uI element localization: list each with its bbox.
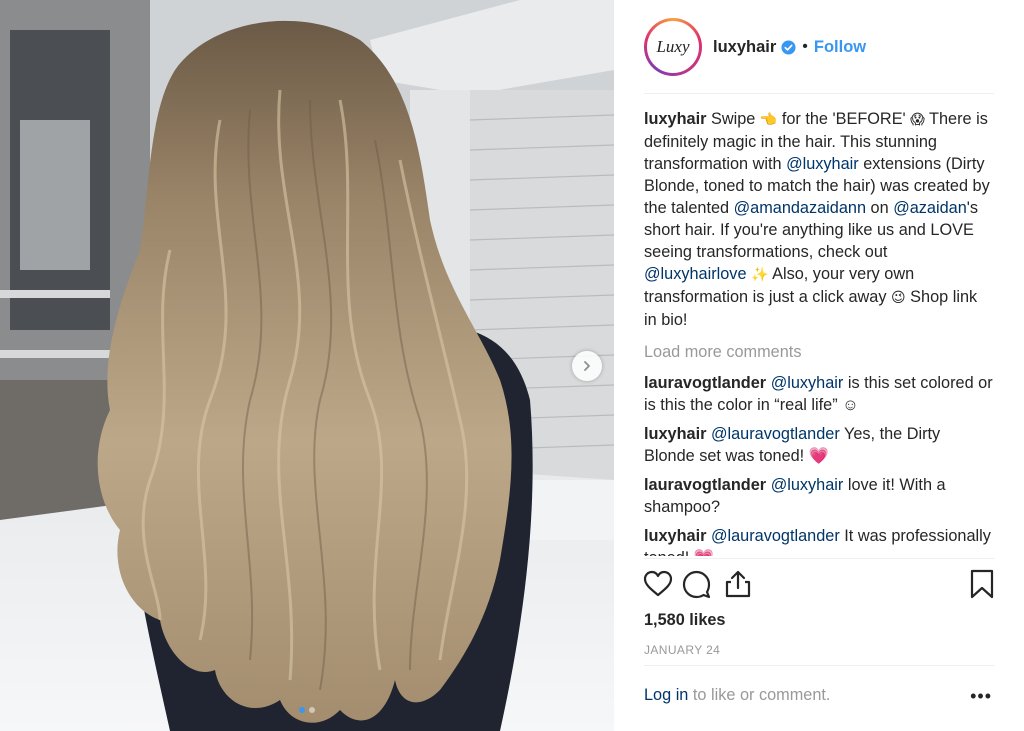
more-options-icon[interactable]: ••• — [970, 686, 992, 707]
caption-mention[interactable]: @azaidan — [893, 199, 967, 217]
caption-emoji: ✨ — [751, 267, 769, 283]
comments-section[interactable]: luxyhair Swipe 👈 for the 'BEFORE' 😱 Ther… — [644, 108, 994, 556]
likes-count[interactable]: 1,580 likes — [644, 611, 725, 630]
carousel-dot-2 — [309, 707, 315, 713]
comment-mention[interactable]: @lauravogtlander — [711, 527, 840, 545]
comment-mention[interactable]: @lauravogtlander — [711, 425, 840, 443]
comment: lauravogtlander @luxyhair love it! With … — [644, 474, 994, 518]
caption-emoji: 😉 — [891, 290, 906, 306]
comment-author[interactable]: luxyhair — [644, 425, 706, 443]
instagram-post: Luxy luxyhair • Follow luxyhair Swipe 👈 … — [0, 0, 1024, 731]
comment-mention[interactable]: @luxyhair — [771, 476, 844, 494]
hair-photo — [0, 0, 614, 731]
caption-author[interactable]: luxyhair — [644, 110, 706, 128]
caption-emoji: 👈 — [759, 112, 778, 128]
carousel-indicator — [299, 707, 315, 713]
comments-divider — [644, 558, 994, 559]
caption-text: Swipe — [706, 110, 760, 128]
caption-mention[interactable]: @luxyhair — [786, 155, 859, 173]
follow-button[interactable]: Follow — [814, 38, 866, 57]
share-icon[interactable] — [722, 568, 754, 600]
avatar-logo: Luxy — [647, 21, 699, 73]
action-bar — [642, 568, 994, 602]
chevron-right-icon — [584, 361, 590, 371]
footer-divider — [644, 665, 994, 666]
post-photo[interactable] — [0, 0, 614, 731]
header-separator: • — [802, 38, 808, 55]
caption: luxyhair Swipe 👈 for the 'BEFORE' 😱 Ther… — [644, 108, 994, 331]
comment-author[interactable]: luxyhair — [644, 527, 706, 545]
carousel-next-button[interactable] — [572, 351, 602, 381]
comment-author[interactable]: lauravogtlander — [644, 476, 766, 494]
bookmark-icon[interactable] — [966, 568, 998, 600]
login-prompt-text: to like or comment. — [688, 686, 831, 704]
comment: lauravogtlander @luxyhair is this set co… — [644, 372, 994, 416]
heart-icon[interactable] — [642, 568, 674, 600]
header-username[interactable]: luxyhair — [713, 38, 776, 57]
comment-author[interactable]: lauravogtlander — [644, 374, 766, 392]
avatar[interactable]: Luxy — [644, 18, 702, 76]
post-date[interactable]: JANUARY 24 — [644, 643, 720, 657]
caption-mention[interactable]: @luxyhairlove — [644, 265, 747, 283]
caption-emoji: 😱 — [910, 112, 925, 128]
comment-icon[interactable] — [680, 568, 712, 600]
comment: luxyhair @lauravogtlander Yes, the Dirty… — [644, 423, 994, 467]
post-details-panel: Luxy luxyhair • Follow luxyhair Swipe 👈 … — [614, 0, 1024, 731]
post-header: Luxy luxyhair • Follow — [644, 18, 994, 76]
comment: luxyhair @lauravogtlander It was profess… — [644, 525, 994, 556]
login-link[interactable]: Log in — [644, 686, 688, 704]
carousel-dot-1 — [299, 707, 305, 713]
caption-text: on — [866, 199, 894, 217]
caption-text: for the 'BEFORE' — [777, 110, 911, 128]
comment-mention[interactable]: @luxyhair — [771, 374, 844, 392]
caption-mention[interactable]: @amandazaidann — [734, 199, 866, 217]
header-divider — [644, 93, 994, 94]
login-prompt: Log in to like or comment. ••• — [644, 686, 994, 714]
load-more-comments[interactable]: Load more comments — [644, 341, 994, 363]
verified-badge-icon — [781, 39, 796, 55]
